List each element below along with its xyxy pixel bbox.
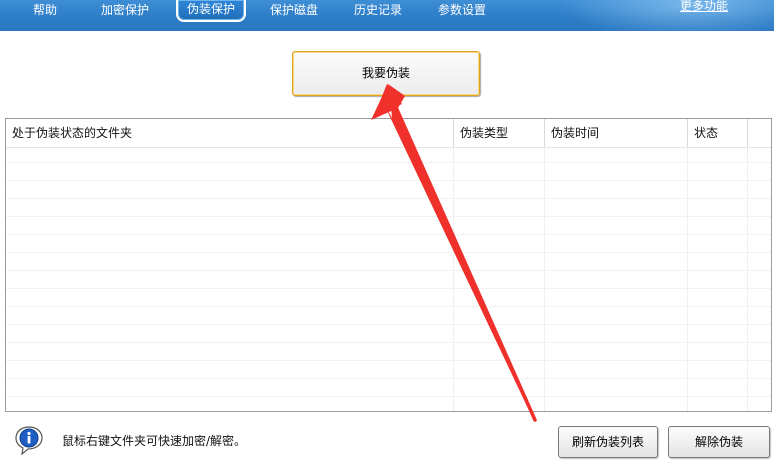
grid-row-line bbox=[6, 180, 771, 181]
grid-row-line bbox=[6, 378, 771, 379]
column-header-status[interactable]: 状态 bbox=[688, 119, 748, 147]
disguise-button[interactable]: 我要伪装 bbox=[292, 51, 480, 96]
more-features-link[interactable]: 更多功能 bbox=[680, 0, 728, 14]
grid-row-line bbox=[6, 360, 771, 361]
grid-row-line bbox=[6, 324, 771, 325]
info-icon bbox=[15, 426, 43, 456]
tab-help[interactable]: 帮助 bbox=[31, 0, 59, 22]
column-header-folder[interactable]: 处于伪装状态的文件夹 bbox=[6, 119, 454, 147]
tab-disguise-protect[interactable]: 伪装保护 bbox=[176, 0, 246, 22]
grid-row-line bbox=[6, 342, 771, 343]
remove-disguise-button[interactable]: 解除伪装 bbox=[668, 426, 770, 458]
grid-column-line bbox=[687, 147, 688, 411]
tab-encrypt-protect[interactable]: 加密保护 bbox=[99, 0, 151, 22]
grid-row-line bbox=[6, 396, 771, 397]
grid-column-line bbox=[544, 147, 545, 411]
grid-row-line bbox=[6, 216, 771, 217]
column-header-type[interactable]: 伪装类型 bbox=[454, 119, 545, 147]
grid-row-line bbox=[6, 252, 771, 253]
column-header-time[interactable]: 伪装时间 bbox=[545, 119, 688, 147]
grid-row-line bbox=[6, 270, 771, 271]
grid-row-line bbox=[6, 288, 771, 289]
tab-protect-disk[interactable]: 保护磁盘 bbox=[268, 0, 320, 22]
grid-row-line bbox=[6, 198, 771, 199]
top-nav-bar: 帮助 加密保护 伪装保护 保护磁盘 历史记录 参数设置 更多功能 bbox=[0, 0, 774, 31]
refresh-list-button[interactable]: 刷新伪装列表 bbox=[558, 426, 658, 458]
grid-column-line bbox=[453, 147, 454, 411]
grid-row-line bbox=[6, 306, 771, 307]
tab-history[interactable]: 历史记录 bbox=[352, 0, 404, 22]
list-header: 处于伪装状态的文件夹 伪装类型 伪装时间 状态 bbox=[6, 119, 771, 148]
disguised-folders-list[interactable]: 处于伪装状态的文件夹 伪装类型 伪装时间 状态 bbox=[5, 118, 772, 412]
topbar-glow bbox=[560, 0, 774, 31]
tab-settings[interactable]: 参数设置 bbox=[436, 0, 488, 22]
grid-column-line bbox=[747, 147, 748, 411]
grid-row-line bbox=[6, 162, 771, 163]
grid-row-line bbox=[6, 234, 771, 235]
hint-text: 鼠标右键文件夹可快速加密/解密。 bbox=[62, 434, 247, 448]
